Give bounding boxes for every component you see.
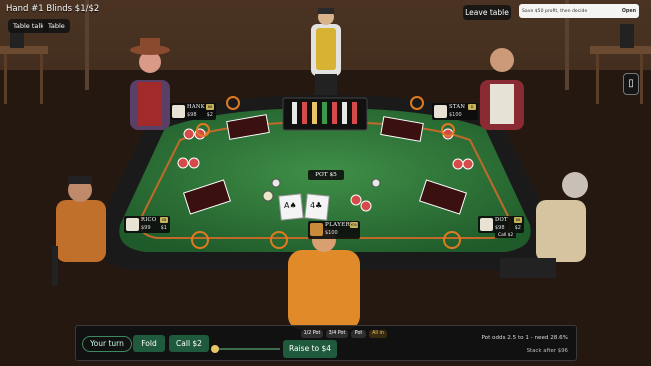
hand-info: Hand #1 Blinds $1/$2	[6, 4, 100, 14]
raise-slider-handle[interactable]	[211, 345, 219, 353]
seat-bet: $1	[160, 225, 167, 231]
player-hank	[130, 38, 170, 130]
avatar	[480, 218, 493, 231]
avatar	[310, 223, 323, 236]
avatar	[126, 218, 139, 231]
player-card-rank: 4♣	[310, 201, 322, 210]
seat-badge: D	[468, 104, 476, 110]
preset-three-quarter-pot-button[interactable]: 3/4 Pot	[326, 330, 348, 338]
pot-label: POT $5	[308, 170, 344, 180]
stack-after-text: Stack after $96	[526, 348, 568, 354]
seat-plate-dot: DOT $98 $2 BB Call $2	[478, 216, 524, 238]
seat-stack: $100	[449, 112, 462, 118]
seat-stack: $99	[141, 225, 151, 231]
seat-bet: $2	[206, 112, 213, 118]
raise-slider[interactable]	[214, 348, 280, 350]
player-card-rank: A♠	[284, 201, 297, 210]
seat-name: HANK	[187, 104, 205, 110]
seat-stack: $98	[495, 225, 505, 231]
seat-name: DOT	[495, 217, 508, 223]
seat-badge: BB	[514, 217, 522, 223]
seat-badge: BB	[206, 104, 214, 110]
table-button[interactable]: Table	[43, 19, 70, 33]
seat-plate-hank: HANK $98 $2 BB	[170, 103, 216, 120]
seat-bet: $2	[514, 225, 521, 231]
phone-icon[interactable]: ▯	[623, 73, 639, 95]
your-turn-indicator: Your turn	[82, 336, 132, 352]
tip-open-button[interactable]: Open	[622, 9, 636, 14]
fold-button[interactable]: Fold	[133, 335, 165, 352]
seat-plate-stan: STAN $100 D	[432, 103, 478, 120]
preset-all-in-button[interactable]: All in	[369, 330, 387, 338]
avatar	[434, 105, 447, 118]
tip-text: Save $50 profit, then decide	[522, 8, 588, 14]
seat-badge: SB	[160, 217, 168, 223]
tip-banner: Save $50 profit, then decide Open	[519, 4, 639, 18]
preset-pot-button[interactable]: Pot	[351, 330, 366, 338]
seat-action: Call $2	[495, 233, 517, 238]
seat-name: PLAYER	[325, 222, 351, 228]
seat-badge: YOU	[350, 222, 358, 228]
seat-stack: $98	[187, 112, 197, 118]
seat-plate-player: PLAYER $100 YOU	[308, 221, 360, 239]
seat-name: RICO	[141, 217, 157, 223]
pot-odds-text: Pot odds 2.5 to 1 - need 28.6%	[481, 335, 568, 341]
raise-button[interactable]: Raise to $4	[283, 340, 337, 358]
poker-table-scene: A♠ 4♣	[0, 0, 651, 366]
seat-plate-rico: RICO $99 $1 SB	[124, 216, 170, 233]
call-button[interactable]: Call $2	[169, 335, 209, 352]
seat-name: STAN	[449, 104, 466, 110]
leave-table-button[interactable]: Leave table	[463, 5, 511, 20]
preset-half-pot-button[interactable]: 1/2 Pot	[301, 330, 323, 338]
seat-stack: $100	[325, 230, 338, 236]
avatar	[172, 105, 185, 118]
chip-rack	[282, 97, 368, 131]
action-bar: Your turn Fold Call $2 1/2 Pot 3/4 Pot P…	[75, 325, 577, 361]
